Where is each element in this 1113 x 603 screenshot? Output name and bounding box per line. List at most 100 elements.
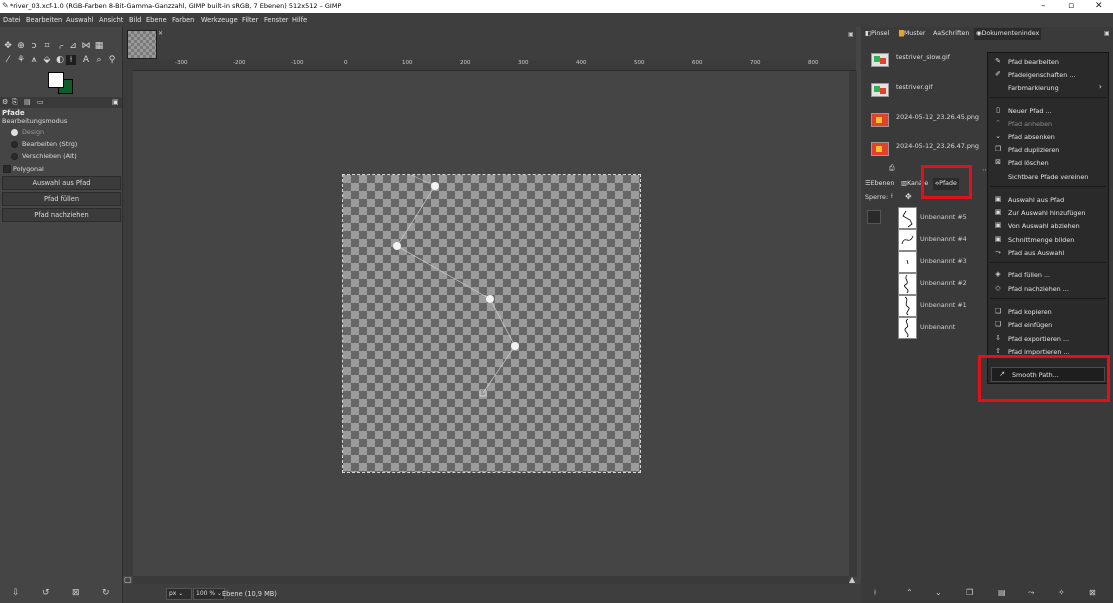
- menu-path-properties[interactable]: ✐ Pfadeigenschaften ...: [988, 68, 1108, 81]
- menu-color-tag[interactable]: Farbmarkierung ›: [988, 81, 1108, 94]
- new-path-icon[interactable]: ⍿: [874, 588, 876, 598]
- menu-paste-path[interactable]: ❏ Pfad einfügen: [988, 318, 1108, 331]
- selection-from-path-button[interactable]: Auswahl aus Pfad: [2, 176, 121, 190]
- menu-export-path[interactable]: ⇩ Pfad exportieren ...: [988, 332, 1108, 345]
- tool-options-tab-icon[interactable]: ⚙: [2, 98, 8, 106]
- undo-history-tab-icon[interactable]: ▤: [24, 98, 31, 106]
- path-row[interactable]: Unbenannt #2: [865, 273, 985, 295]
- images-tab-icon[interactable]: ▭: [37, 98, 44, 106]
- restore-options-icon[interactable]: ↺: [42, 588, 50, 598]
- path-name[interactable]: Unbenannt #2: [920, 279, 967, 287]
- path-row[interactable]: Unbenannt #5: [865, 207, 985, 229]
- path-name[interactable]: Unbenannt #3: [920, 257, 967, 265]
- fuzzy-select-icon[interactable]: ⌗: [42, 41, 52, 51]
- tab-layers[interactable]: ☰Ebenen: [863, 178, 896, 190]
- menu-file[interactable]: Datei: [3, 16, 21, 24]
- fill-path-button[interactable]: Pfad füllen: [2, 192, 121, 206]
- menu-copy-path[interactable]: ❏ Pfad kopieren: [988, 305, 1108, 318]
- menu-stroke-path[interactable]: ◇ Pfad nachziehen ...: [988, 282, 1108, 295]
- paths-tool-icon[interactable]: ⍿: [66, 55, 76, 65]
- document-item[interactable]: 2024-05-12_23.26.47.png: [868, 139, 988, 163]
- menu-path-from-selection[interactable]: ⤳ Pfad aus Auswahl: [988, 246, 1108, 259]
- delete-path-icon[interactable]: ⊠: [1089, 588, 1096, 597]
- restore-button[interactable]: ▫: [1068, 1, 1074, 11]
- menu-subtract-from-selection[interactable]: ▣ Von Auswahl abziehen: [988, 219, 1108, 232]
- menu-delete-path[interactable]: ⊠ Pfad löschen: [988, 156, 1108, 169]
- mode-edit[interactable]: Bearbeiten (Strg): [11, 139, 119, 148]
- zoom-tool-icon[interactable]: ⚲: [107, 55, 117, 65]
- path-anchor[interactable]: [511, 342, 519, 350]
- polygonal-checkbox[interactable]: [3, 165, 11, 173]
- menu-help[interactable]: Hilfe: [292, 16, 307, 24]
- menu-tools[interactable]: Werkzeuge: [201, 16, 238, 24]
- menu-select[interactable]: Auswahl: [66, 16, 94, 24]
- path-overlay[interactable]: [343, 175, 640, 472]
- document-item[interactable]: 2024-05-12_23.26.45.png: [868, 110, 988, 134]
- lasso-tool-icon[interactable]: ↄ: [29, 41, 39, 51]
- dock-menu-icon[interactable]: ▣: [1104, 30, 1110, 37]
- menu-add-to-selection[interactable]: ▣ Zur Auswahl hinzufügen: [988, 206, 1108, 219]
- menu-image[interactable]: Bild: [129, 16, 141, 24]
- bucket-fill-icon[interactable]: ⬙: [42, 55, 52, 65]
- align-tool-icon[interactable]: ⊕: [16, 41, 26, 51]
- minimize-button[interactable]: –: [1041, 1, 1046, 11]
- clone-tool-icon[interactable]: ⚘: [16, 55, 26, 65]
- path-name[interactable]: Unbenannt #4: [920, 235, 967, 243]
- menu-duplicate-path[interactable]: ❐ Pfad duplizieren: [988, 143, 1108, 156]
- paint-along-path-icon[interactable]: ✧: [1058, 588, 1065, 597]
- raise-path-icon[interactable]: ⌃: [906, 588, 913, 597]
- path-row[interactable]: Unbenannt #4: [865, 229, 985, 251]
- vertical-scrollbar[interactable]: [849, 71, 857, 577]
- path-row[interactable]: Unbenannt #1: [865, 295, 985, 317]
- path-to-selection-icon[interactable]: ⤳: [1028, 588, 1034, 598]
- lower-path-icon[interactable]: ⌄: [935, 588, 942, 597]
- foreground-color-swatch-top[interactable]: [48, 72, 64, 88]
- image-tab-thumbnail[interactable]: [127, 30, 157, 59]
- panel-menu-icon[interactable]: ▣: [112, 98, 119, 106]
- close-button[interactable]: ✕: [1095, 1, 1103, 11]
- horizontal-scrollbar[interactable]: [133, 576, 849, 584]
- tab-brushes[interactable]: ◧Pinsel: [863, 28, 891, 40]
- text-tool-icon[interactable]: A: [81, 55, 91, 65]
- menu-raise-path[interactable]: ⌃ Pfad anheben: [988, 117, 1108, 130]
- menu-selection-from-path[interactable]: ▣ Auswahl aus Pfad: [988, 193, 1108, 206]
- menu-edit-path[interactable]: ✎ Pfad bearbeiten: [988, 55, 1108, 68]
- menu-new-path[interactable]: ▯ Neuer Pfad ...: [988, 104, 1108, 117]
- menu-filters[interactable]: Filter: [242, 16, 258, 24]
- document-item[interactable]: testriver_slow.gif: [868, 50, 988, 74]
- device-status-tab-icon[interactable]: ⎘: [12, 98, 18, 107]
- mode-move[interactable]: Verschieben (Alt): [11, 151, 119, 160]
- path-name[interactable]: Unbenannt: [920, 323, 955, 331]
- mode-design[interactable]: Design: [11, 127, 119, 136]
- unified-transform-icon[interactable]: ⊿: [68, 41, 78, 51]
- tab-patterns[interactable]: ▇Muster: [897, 28, 927, 40]
- tab-document-index[interactable]: ◉Dokumentenindex: [974, 28, 1042, 40]
- smudge-tool-icon[interactable]: ⩚: [29, 55, 39, 65]
- navigate-icon[interactable]: ▲: [849, 575, 855, 584]
- unit-select[interactable]: px ⌄: [166, 588, 192, 600]
- path-visibility-toggle[interactable]: [867, 210, 881, 224]
- image-tab-menu-icon[interactable]: ▣: [848, 31, 854, 38]
- close-image-tab-icon[interactable]: ✕: [158, 30, 163, 37]
- save-options-icon[interactable]: ⇩: [12, 588, 20, 598]
- menu-lower-path[interactable]: ⌄ Pfad absenken: [988, 130, 1108, 143]
- menu-edit[interactable]: Bearbeiten: [26, 16, 62, 24]
- menu-windows[interactable]: Fenster: [264, 16, 288, 24]
- path-name[interactable]: Unbenannt #1: [920, 301, 967, 309]
- duplicate-path-icon[interactable]: ❐: [966, 588, 973, 597]
- menu-intersect-selection[interactable]: ▣ Schnittmenge bilden: [988, 233, 1108, 246]
- menu-fill-path[interactable]: ◈ Pfad füllen ...: [988, 268, 1108, 281]
- color-picker-icon[interactable]: ⌕: [94, 55, 104, 65]
- path-name[interactable]: Unbenannt #5: [920, 213, 967, 221]
- selection-to-path-icon[interactable]: ▤: [998, 588, 1006, 597]
- path-anchor[interactable]: [486, 295, 494, 303]
- radio-design[interactable]: [11, 129, 18, 136]
- path-anchor[interactable]: [431, 182, 439, 190]
- menu-view[interactable]: Ansicht: [99, 16, 123, 24]
- delete-options-icon[interactable]: ⊠: [72, 588, 80, 598]
- warp-tool-icon[interactable]: ⋈: [81, 41, 91, 51]
- quick-mask-icon[interactable]: ▢: [124, 575, 132, 584]
- tab-fonts[interactable]: AaSchriften: [931, 28, 971, 40]
- lock-strokes-icon[interactable]: ⍿: [891, 192, 893, 201]
- dodge-tool-icon[interactable]: ◐: [55, 55, 65, 65]
